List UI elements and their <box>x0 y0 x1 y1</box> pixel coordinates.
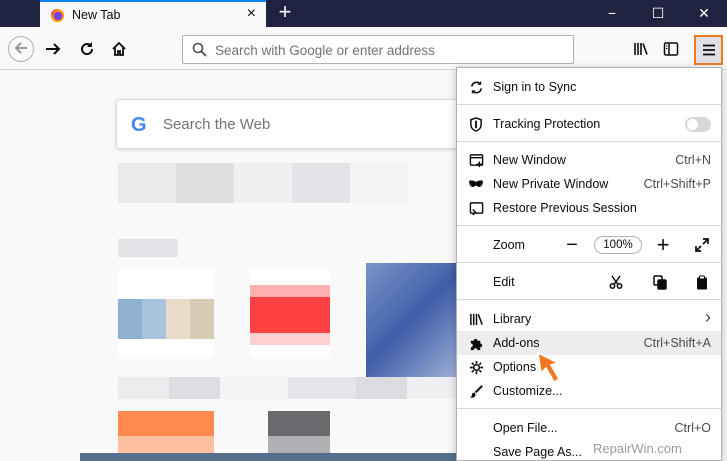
fullscreen-icon <box>695 238 709 252</box>
blurred-tile-1-image <box>118 299 214 339</box>
pointer-arrow-icon <box>537 351 561 384</box>
menu-label: New Window <box>493 153 566 167</box>
tab-close-icon[interactable]: × <box>247 5 256 23</box>
reload-icon <box>81 42 94 56</box>
paintbrush-icon <box>468 383 484 399</box>
menu-label: Zoom <box>493 238 525 252</box>
library-icon <box>468 311 484 327</box>
web-search-placeholder: Search the Web <box>163 116 271 133</box>
reload-button[interactable] <box>74 36 100 62</box>
menu-item-sign-in-to-sync[interactable]: Sign in to Sync <box>457 75 721 99</box>
menu-label: Restore Previous Session <box>493 201 637 215</box>
sidebar-button[interactable] <box>658 36 684 62</box>
hamburger-icon <box>702 44 715 56</box>
mask-icon <box>468 176 484 192</box>
zoom-reset-button[interactable]: 100% <box>594 236 642 254</box>
menu-label: Library <box>493 312 532 326</box>
menu-separator <box>457 104 721 105</box>
web-search-box[interactable]: G Search the Web <box>116 99 466 149</box>
menu-item-new-window[interactable]: New Window Ctrl+N <box>457 148 721 172</box>
tab-new-tab[interactable]: New Tab × <box>40 0 266 27</box>
tracking-protection-toggle[interactable] <box>685 117 711 132</box>
menu-separator <box>457 299 721 300</box>
forward-button[interactable] <box>40 36 66 62</box>
open-menu-button[interactable] <box>694 35 723 65</box>
blurred-heading <box>118 163 408 203</box>
menu-item-new-private-window[interactable]: New Private Window Ctrl+Shift+P <box>457 172 721 196</box>
home-icon <box>112 41 126 56</box>
menu-shortcut: Ctrl+O <box>674 421 711 435</box>
fullscreen-button[interactable] <box>691 233 713 257</box>
zoom-in-button[interactable]: + <box>652 232 674 257</box>
blurred-row-2 <box>118 377 458 399</box>
menu-label: Tracking Protection <box>493 117 601 131</box>
arrow-right-icon <box>46 43 61 55</box>
nav-toolbar <box>0 27 727 70</box>
blurred-taskbar <box>80 453 460 461</box>
menu-label: Options <box>493 360 537 374</box>
url-input[interactable] <box>215 40 565 60</box>
copy-button[interactable] <box>649 270 671 294</box>
scissors-icon <box>609 275 623 289</box>
search-icon <box>192 42 207 57</box>
arrow-left-icon <box>14 42 27 54</box>
back-button[interactable] <box>8 36 34 62</box>
blurred-tile-2-image <box>250 285 330 345</box>
sync-icon <box>468 79 484 95</box>
menu-label: Customize... <box>493 384 563 398</box>
menu-separator <box>457 225 721 226</box>
menu-item-zoom: Zoom − 100% + <box>457 232 721 257</box>
clipboard-icon <box>697 275 707 289</box>
chevron-right-icon: › <box>705 307 711 327</box>
tab-strip: New Tab × + − ☐ ✕ <box>0 0 727 27</box>
url-bar[interactable] <box>182 35 574 64</box>
firefox-icon <box>50 8 65 23</box>
cut-button[interactable] <box>605 270 627 294</box>
menu-item-restore-previous-session[interactable]: Restore Previous Session <box>457 196 721 220</box>
blurred-subheading <box>118 239 178 257</box>
library-button[interactable] <box>628 36 654 62</box>
minimize-button[interactable]: − <box>589 3 635 23</box>
watermark: RepairWin.com <box>593 441 682 456</box>
paste-button[interactable] <box>691 270 713 294</box>
menu-label: Edit <box>493 275 515 289</box>
copy-icon <box>653 274 667 290</box>
menu-separator <box>457 408 721 409</box>
menu-item-library[interactable]: Library › <box>457 307 721 331</box>
menu-label: New Private Window <box>493 177 609 191</box>
menu-shortcut: Ctrl+Shift+P <box>643 177 711 191</box>
menu-item-options[interactable]: Options <box>457 355 721 379</box>
menu-label: Sign in to Sync <box>493 80 577 94</box>
menu-shortcut: Ctrl+Shift+A <box>643 336 711 350</box>
menu-separator <box>457 262 721 263</box>
menu-item-edit: Edit <box>457 270 721 294</box>
shield-icon <box>468 116 484 132</box>
restore-icon <box>468 200 484 216</box>
sidebar-icon <box>663 42 679 56</box>
home-button[interactable] <box>106 36 132 62</box>
maximize-button[interactable]: ☐ <box>635 3 681 23</box>
new-window-icon <box>468 152 484 168</box>
menu-item-add-ons[interactable]: Add-ons Ctrl+Shift+A <box>457 331 721 355</box>
menu-label: Save Page As... <box>493 445 582 459</box>
google-logo-icon: G <box>131 114 147 136</box>
menu-item-tracking-protection[interactable]: Tracking Protection <box>457 112 721 136</box>
menu-separator <box>457 141 721 142</box>
blurred-tile-3 <box>366 263 456 379</box>
library-icon <box>634 43 648 55</box>
menu-item-open-file[interactable]: Open File... Ctrl+O <box>457 416 721 440</box>
menu-item-customize[interactable]: Customize... <box>457 379 721 403</box>
gear-icon <box>468 359 484 375</box>
menu-label: Open File... <box>493 421 558 435</box>
new-tab-button[interactable]: + <box>274 1 296 24</box>
menu-shortcut: Ctrl+N <box>675 153 711 167</box>
tab-title: New Tab <box>72 8 121 22</box>
main-menu: Sign in to Sync Tracking Protection New … <box>456 67 722 461</box>
puzzle-icon <box>468 335 484 351</box>
close-window-button[interactable]: ✕ <box>681 3 727 23</box>
menu-label: Add-ons <box>493 336 540 350</box>
zoom-out-button[interactable]: − <box>561 233 583 257</box>
